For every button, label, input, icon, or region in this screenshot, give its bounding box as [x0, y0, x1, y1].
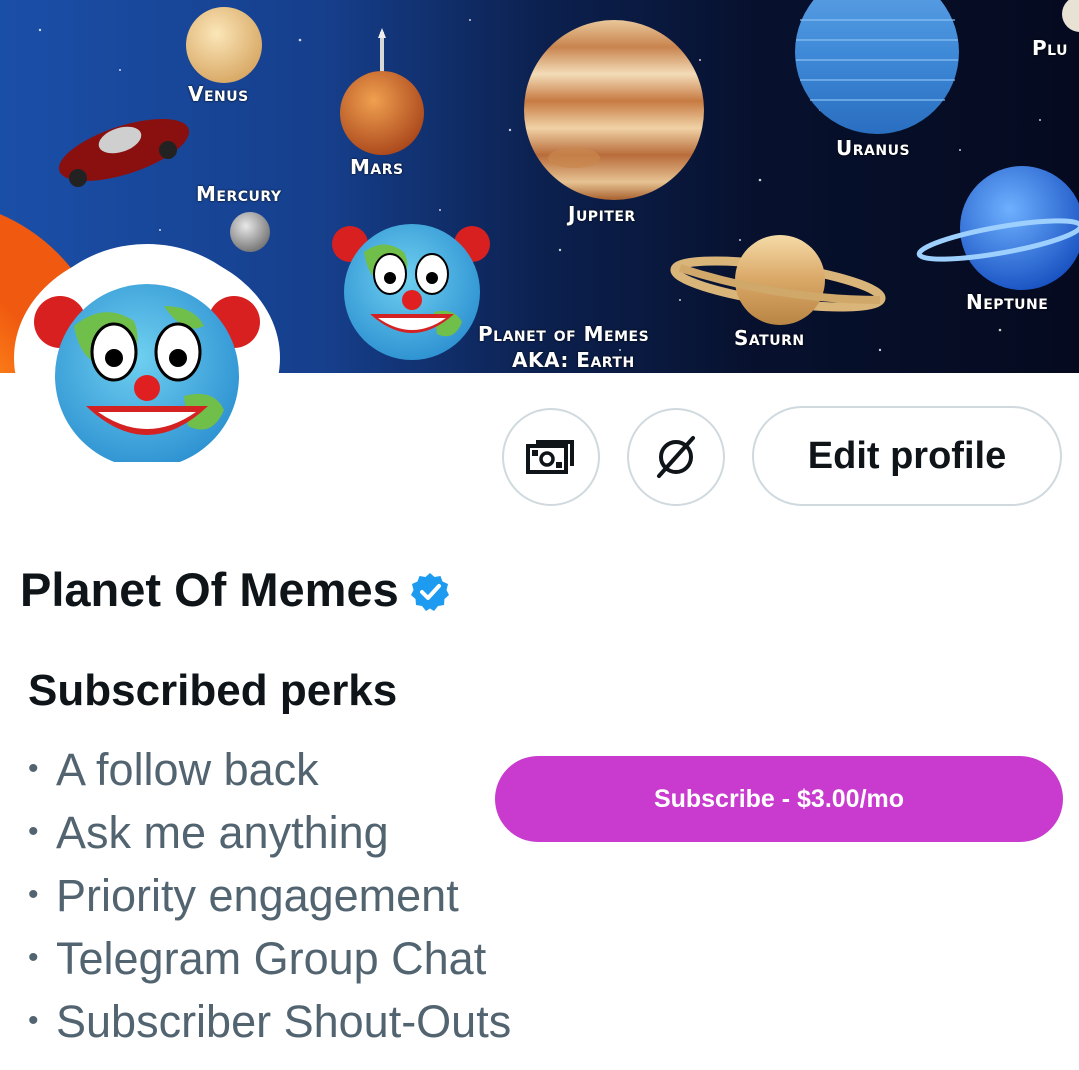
planet-label-venus: Venus	[188, 82, 249, 106]
perks-list: • A follow back • Ask me anything • Priorit…	[28, 738, 511, 1053]
list-item: • Ask me anything	[28, 801, 511, 864]
bullet-icon: •	[28, 751, 39, 785]
display-name: Planet Of Memes	[20, 563, 399, 616]
list-item: • Subscriber Shout-Outs	[28, 990, 511, 1053]
tips-button[interactable]	[502, 408, 600, 506]
earth-label-line1: Planet of Memes	[478, 322, 650, 346]
clown-earth-icon	[34, 284, 260, 462]
avatar[interactable]	[14, 244, 280, 484]
planet-label-uranus: Uranus	[836, 136, 911, 160]
planet-label-jupiter: Jupiter	[568, 202, 636, 226]
list-item: • Priority engagement	[28, 864, 511, 927]
perks-title: Subscribed perks	[28, 666, 398, 715]
bullet-icon: •	[28, 814, 39, 848]
bullet-icon: •	[28, 1003, 39, 1037]
verified-badge-icon[interactable]	[409, 571, 451, 613]
earth-label-line2: AKA: Earth	[512, 348, 635, 372]
bullet-icon: •	[28, 940, 39, 974]
list-item: • Telegram Group Chat	[28, 927, 511, 990]
perk-text: Telegram Group Chat	[56, 933, 487, 984]
perk-text: Ask me anything	[56, 807, 389, 858]
edit-profile-button[interactable]: Edit profile	[752, 406, 1062, 506]
bullet-icon: •	[28, 877, 39, 911]
perk-text: Subscriber Shout-Outs	[56, 996, 512, 1047]
planet-label-mars: Mars	[350, 155, 404, 179]
no-sign-icon	[657, 436, 695, 478]
perk-text: A follow back	[56, 744, 319, 795]
list-item: • A follow back	[28, 738, 511, 801]
planet-label-saturn: Saturn	[734, 326, 805, 350]
block-button[interactable]	[627, 408, 725, 506]
subscribe-button[interactable]: Subscribe - $3.00/mo	[495, 756, 1063, 842]
planet-label-neptune: Neptune	[966, 290, 1049, 314]
planet-label-pluto: Plu	[1032, 36, 1068, 60]
planet-label-mercury: Mercury	[196, 182, 282, 206]
money-icon	[526, 440, 574, 474]
perk-text: Priority engagement	[56, 870, 459, 921]
profile-name-row: Planet Of Memes	[20, 562, 451, 617]
